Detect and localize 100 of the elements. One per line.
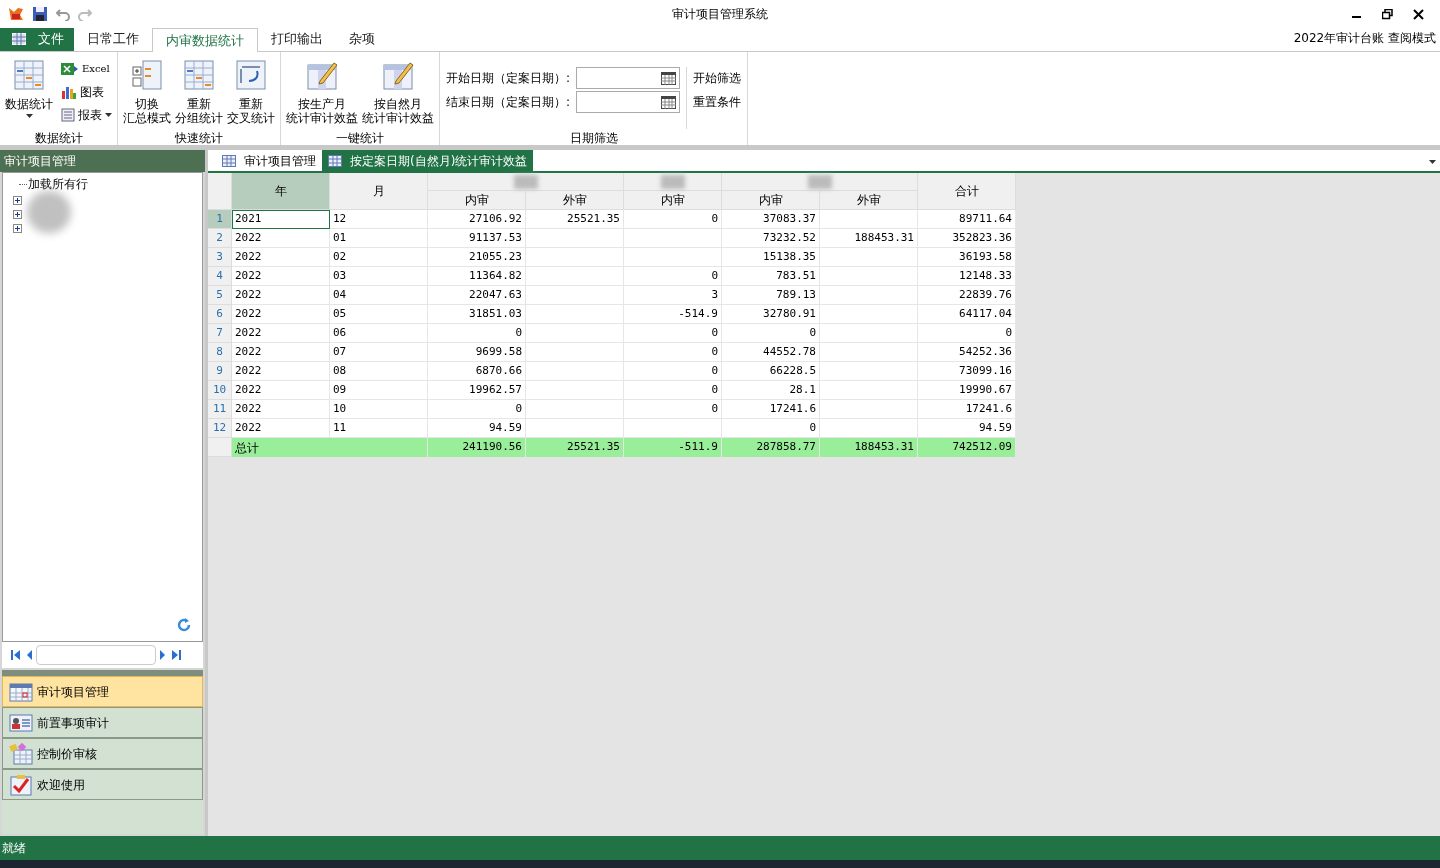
table-cell: 17241.6 [722,400,820,419]
ribbon-group-label: 一键统计 [335,130,385,145]
bar-chart-icon [61,84,77,99]
column-header[interactable]: 年 [232,173,330,210]
ribbon-button[interactable]: 重新 交叉统计 [227,59,275,129]
table-cell: 0 [918,324,1016,343]
table-cell: 0 [624,381,722,400]
document-tab[interactable]: 审计项目管理 [216,150,322,171]
table-cell: 17241.6 [918,400,1016,419]
row-number: 10 [208,381,232,400]
close-icon[interactable] [1413,8,1424,20]
nav-item[interactable]: 欢迎使用 [2,769,203,800]
table-cell: 19990.67 [918,381,1016,400]
date-label: 开始日期（定案日期）: [446,70,572,87]
table-cell: 2022 [232,419,330,438]
mode-label: 2022年审计台账 查阅模式 [1293,30,1437,47]
ribbon-tab[interactable]: 杂项 [336,27,388,51]
ribbon-small-button[interactable]: 图表 [61,82,112,101]
column-header[interactable]: 内审 [624,191,722,210]
last-page-icon[interactable] [170,649,182,661]
expand-icon[interactable] [13,223,22,233]
blurred-text [513,174,538,189]
ribbon-button[interactable]: 重新 分组统计 [175,59,223,129]
table-cell: 22047.63 [428,286,526,305]
ribbon-group-label: 快速统计 [174,130,224,145]
table-cell: 44552.78 [722,343,820,362]
ribbon-tab[interactable]: 内审数据统计 [152,28,258,52]
next-icon[interactable] [159,649,167,661]
previous-icon[interactable] [25,649,33,661]
ribbon-button[interactable]: 切换 汇总模式 [123,59,171,129]
row-number: 6 [208,305,232,324]
table-cell: 0 [624,267,722,286]
nav-item[interactable]: 控制价审核 [2,738,203,769]
document-tab[interactable]: 按定案日期(自然月)统计审计效益 [322,150,534,171]
ribbon-button[interactable]: 按自然月 统计审计效益 [362,59,434,129]
nav-item[interactable]: 审计项目管理 [2,676,203,707]
table-cell: 94.59 [428,419,526,438]
column-header[interactable]: 内审 [428,191,526,210]
column-header[interactable]: 外审 [526,191,624,210]
column-header[interactable]: 月 [330,173,428,210]
table-cell: 2022 [232,400,330,419]
table-cell: 2022 [232,267,330,286]
file-tab[interactable]: 文件 [0,27,74,51]
refresh-icon[interactable] [176,617,192,633]
date-label: 结束日期（定案日期）: [446,94,572,111]
row-number: 5 [208,286,232,305]
calendar-icon[interactable] [661,95,676,109]
cross-table-icon [235,59,267,91]
ribbon-tab[interactable]: 打印输出 [258,27,336,51]
table-cell: 73232.52 [722,229,820,248]
save-icon[interactable] [32,6,48,22]
ribbon-button[interactable]: 按生产月 统计审计效益 [286,59,358,129]
undo-icon[interactable] [56,7,70,21]
table-cell: 0 [428,400,526,419]
table-cell: 11 [330,419,428,438]
ribbon-tab[interactable]: 日常工作 [74,27,152,51]
table-cell: 2022 [232,305,330,324]
ribbon-small-button[interactable]: Excel [61,59,112,78]
status-bar: 就绪 [0,836,1440,860]
tree-table-icon [131,59,163,91]
table-cell: 2021 [232,210,330,229]
table-cell: 19962.57 [428,381,526,400]
table-cell: 01 [330,229,428,248]
caret-icon [25,114,33,118]
total-cell: -511.9 [624,438,722,457]
total-cell: 742512.09 [918,438,1016,457]
caret-icon [105,112,112,117]
table-cell: 0 [624,324,722,343]
total-cell: 287858.77 [722,438,820,457]
table-cell: 2022 [232,248,330,267]
column-header[interactable]: 内审 [722,191,820,210]
ribbon-button[interactable]: 数据统计 [5,59,53,129]
table-cell: 15138.35 [722,248,820,267]
filter-action-button[interactable]: 开始筛选 [693,67,741,89]
date-field[interactable] [576,91,680,113]
tree-root-item[interactable]: 加载所有行 [28,175,88,193]
first-page-icon[interactable] [10,649,22,661]
restore-icon[interactable] [1382,8,1393,20]
date-field[interactable] [576,67,680,89]
table-cell: 27106.92 [428,210,526,229]
column-header[interactable]: 合计 [918,173,1016,210]
ribbon-group-label: 日期筛选 [568,130,619,145]
page-field[interactable] [36,645,156,665]
column-header[interactable]: 外审 [820,191,918,210]
table-cell: 2022 [232,324,330,343]
expand-icon[interactable] [13,209,22,219]
ribbon-small-button[interactable]: 报表 [61,105,112,124]
nav-item[interactable]: 前置事项审计 [2,707,203,738]
table-cell: 25521.35 [526,210,624,229]
filter-action-button[interactable]: 重置条件 [693,91,741,113]
table-cell: -514.9 [624,305,722,324]
expand-icon[interactable] [13,195,22,205]
row-number: 1 [208,210,232,229]
table-cell: 22839.76 [918,286,1016,305]
calendar-icon[interactable] [661,71,676,85]
table-icon [222,154,236,167]
total-cell: 188453.31 [820,438,918,457]
table-cell: 352823.36 [918,229,1016,248]
table-cell: 783.51 [722,267,820,286]
table-cell: 10 [330,400,428,419]
